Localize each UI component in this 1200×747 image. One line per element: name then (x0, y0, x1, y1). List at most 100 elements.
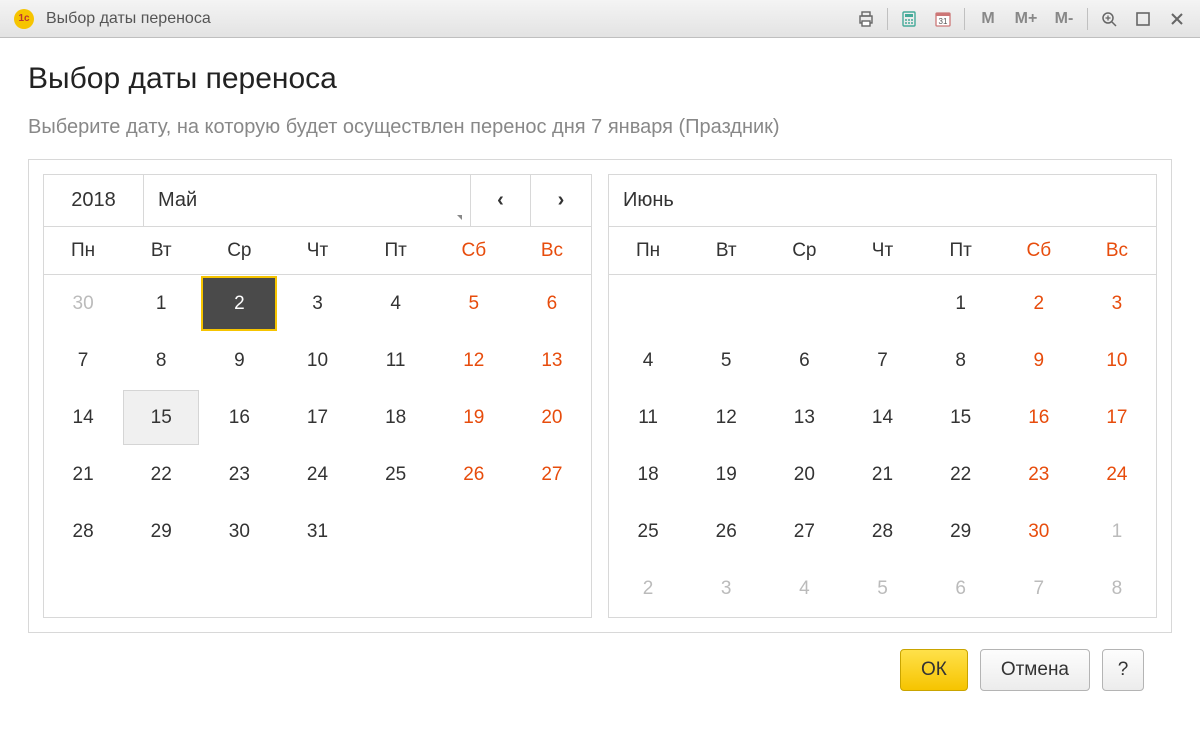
ok-button[interactable]: ОК (900, 649, 968, 691)
calendar-day[interactable]: 3 (688, 561, 764, 616)
calendar-day[interactable]: 2 (610, 561, 686, 616)
calendar-day[interactable]: 4 (610, 333, 686, 388)
calendar-day[interactable]: 18 (358, 390, 434, 445)
calendar-day-empty (358, 504, 434, 559)
calendar-day[interactable]: 27 (514, 447, 590, 502)
calendar-day[interactable]: 8 (923, 333, 999, 388)
calendar-day[interactable]: 28 (844, 504, 920, 559)
help-button[interactable]: ? (1102, 649, 1144, 691)
calendar-day[interactable]: 3 (279, 276, 355, 331)
calendar-day[interactable]: 9 (1001, 333, 1077, 388)
calendar-day[interactable]: 23 (1001, 447, 1077, 502)
calendar-day[interactable]: 3 (1079, 276, 1155, 331)
calendar-day[interactable]: 15 (923, 390, 999, 445)
calendar-day[interactable]: 1 (923, 276, 999, 331)
calendar-day[interactable]: 31 (279, 504, 355, 559)
calendar-day[interactable]: 15 (123, 390, 199, 445)
calendar-day[interactable]: 4 (358, 276, 434, 331)
calendar-day[interactable]: 12 (436, 333, 512, 388)
calendar-day[interactable]: 23 (201, 447, 277, 502)
calendar-day[interactable]: 20 (514, 390, 590, 445)
calendar-day[interactable]: 30 (1001, 504, 1077, 559)
calendar-day[interactable]: 27 (766, 504, 842, 559)
calendar-day[interactable]: 28 (45, 504, 121, 559)
calendar-day[interactable]: 1 (1079, 504, 1155, 559)
next-month-button[interactable]: › (531, 175, 591, 226)
days-grid: 3012345678910111213141516171819202122232… (44, 275, 591, 617)
calendar-day[interactable]: 22 (123, 447, 199, 502)
day-of-week-header: Чт (843, 227, 921, 275)
calendar-day-empty (201, 561, 277, 616)
calendar-day[interactable]: 24 (1079, 447, 1155, 502)
calendar-day[interactable]: 13 (766, 390, 842, 445)
calendar-day[interactable]: 7 (45, 333, 121, 388)
day-of-week-header: Вт (122, 227, 200, 275)
calendar-day[interactable]: 30 (201, 504, 277, 559)
calendar-day[interactable]: 6 (766, 333, 842, 388)
calendar-day[interactable]: 2 (1001, 276, 1077, 331)
calendar-day[interactable]: 8 (123, 333, 199, 388)
calendar-day[interactable]: 12 (688, 390, 764, 445)
separator (964, 8, 965, 30)
day-of-week-header: Вт (687, 227, 765, 275)
calendar-day[interactable]: 26 (436, 447, 512, 502)
year-selector[interactable]: 2018 (44, 175, 144, 226)
calendar-day[interactable]: 13 (514, 333, 590, 388)
calendar-day[interactable]: 26 (688, 504, 764, 559)
calendar-day[interactable]: 21 (844, 447, 920, 502)
day-of-week-header: Пт (922, 227, 1000, 275)
calendar-day[interactable]: 2 (201, 276, 277, 331)
calendar-day[interactable]: 16 (1001, 390, 1077, 445)
calendar-day[interactable]: 4 (766, 561, 842, 616)
close-icon[interactable] (1164, 6, 1190, 32)
calendar-day[interactable]: 10 (279, 333, 355, 388)
calendar-day[interactable]: 7 (844, 333, 920, 388)
calendar-day[interactable]: 1 (123, 276, 199, 331)
calendar-day-empty (610, 276, 686, 331)
calendar-day[interactable]: 11 (358, 333, 434, 388)
calendar-day[interactable]: 19 (436, 390, 512, 445)
calendar-day[interactable]: 17 (279, 390, 355, 445)
calendar-day[interactable]: 19 (688, 447, 764, 502)
content-area: Выбор даты переноса Выберите дату, на ко… (0, 38, 1200, 709)
calendar-day[interactable]: 5 (436, 276, 512, 331)
calendar-day[interactable]: 6 (514, 276, 590, 331)
calculator-icon[interactable] (896, 6, 922, 32)
calendar-icon[interactable]: 31 (930, 6, 956, 32)
calendar-day[interactable]: 18 (610, 447, 686, 502)
calendar-day[interactable]: 14 (45, 390, 121, 445)
calendar-day[interactable]: 9 (201, 333, 277, 388)
calendar-day[interactable]: 29 (923, 504, 999, 559)
calendar-day[interactable]: 8 (1079, 561, 1155, 616)
calendar-day-empty (766, 276, 842, 331)
zoom-icon[interactable] (1096, 6, 1122, 32)
calendar-day[interactable]: 5 (688, 333, 764, 388)
calendar-day[interactable]: 30 (45, 276, 121, 331)
prev-month-button[interactable]: ‹ (471, 175, 531, 226)
month-selector[interactable]: Май (144, 175, 471, 226)
calendar-day[interactable]: 5 (844, 561, 920, 616)
cancel-button[interactable]: Отмена (980, 649, 1090, 691)
calendar-day-empty (123, 561, 199, 616)
calendar-day[interactable]: 21 (45, 447, 121, 502)
calendar-day[interactable]: 6 (923, 561, 999, 616)
calendar-day[interactable]: 20 (766, 447, 842, 502)
calendar-day[interactable]: 29 (123, 504, 199, 559)
calendar-day[interactable]: 14 (844, 390, 920, 445)
calendar-day[interactable]: 22 (923, 447, 999, 502)
titlebar: 1c Выбор даты переноса 31 M M+ M- (0, 0, 1200, 38)
calendar-day[interactable]: 10 (1079, 333, 1155, 388)
calendar-day[interactable]: 25 (358, 447, 434, 502)
calendar-day[interactable]: 24 (279, 447, 355, 502)
memory-mminus-button[interactable]: M- (1049, 6, 1079, 32)
calendar-day[interactable]: 11 (610, 390, 686, 445)
print-icon[interactable] (853, 6, 879, 32)
calendar-day[interactable]: 17 (1079, 390, 1155, 445)
calendar-day[interactable]: 25 (610, 504, 686, 559)
calendar-header: Июнь (609, 175, 1156, 227)
calendar-day[interactable]: 16 (201, 390, 277, 445)
memory-mplus-button[interactable]: M+ (1011, 6, 1041, 32)
memory-m-button[interactable]: M (973, 6, 1003, 32)
maximize-icon[interactable] (1130, 6, 1156, 32)
calendar-day[interactable]: 7 (1001, 561, 1077, 616)
